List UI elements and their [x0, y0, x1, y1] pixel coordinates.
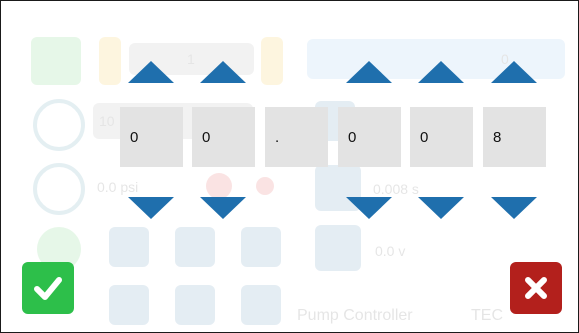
digit-2-box[interactable]: 0 [192, 107, 255, 167]
pressure-gauge-icon [33, 163, 85, 215]
chevron-right-icon [261, 37, 283, 85]
gauge-icon [33, 99, 85, 151]
run-icon [31, 37, 81, 85]
alarm-icon [206, 173, 232, 199]
digit-5-down-button[interactable] [418, 197, 464, 219]
digit-2-down-button[interactable] [200, 197, 246, 219]
drop-icon [241, 227, 281, 267]
digit-4-down-button[interactable] [346, 197, 392, 219]
digit-6-down-button[interactable] [491, 197, 537, 219]
flow-value: 0.008 s [373, 181, 419, 197]
close-icon [525, 277, 547, 299]
confirm-button[interactable] [22, 262, 74, 314]
digit-1-down-button[interactable] [128, 197, 174, 219]
digit-5-box[interactable]: 0 [410, 107, 473, 167]
digit-4-up-button[interactable] [346, 61, 392, 83]
school-icon [175, 227, 215, 267]
settings-icon [109, 285, 149, 325]
battery-icon [315, 225, 361, 271]
status-dot [256, 177, 274, 195]
index-value: 1 [187, 51, 195, 67]
digit-2-up-button[interactable] [200, 61, 246, 83]
digit-5-up-button[interactable] [418, 61, 464, 83]
pressure-value: 0.0 psi [97, 179, 139, 195]
refresh-icon [241, 285, 281, 325]
chevron-left-icon [99, 37, 121, 85]
numeric-entry-dialog: 1 0 10 0.0 psi 0.008 s 0.0 v Pump Contro… [0, 0, 579, 333]
digit-4-box[interactable]: 0 [338, 107, 401, 167]
decimal-point-box: . [265, 107, 328, 167]
row1-value: 10 [99, 113, 115, 129]
clock-icon [109, 227, 149, 267]
brand-logo: TEC [471, 307, 503, 324]
voltage-value: 0.0 v [375, 243, 406, 259]
digit-6-up-button[interactable] [491, 61, 537, 83]
digit-1-box[interactable]: 0 [120, 107, 183, 167]
cancel-button[interactable] [510, 262, 562, 314]
digit-6-box[interactable]: 8 [483, 107, 546, 167]
check-icon [34, 277, 62, 300]
digit-1-up-button[interactable] [128, 61, 174, 83]
footer-title: Pump Controller [297, 307, 413, 324]
save-icon [175, 285, 215, 325]
